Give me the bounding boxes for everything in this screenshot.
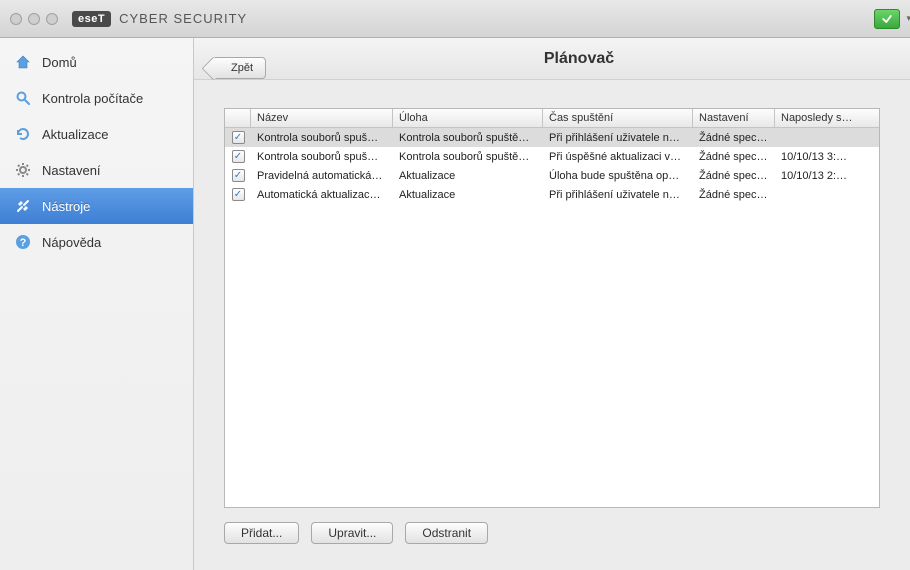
sidebar-item-settings[interactable]: Nastavení: [0, 152, 193, 188]
add-button[interactable]: Přidat...: [224, 522, 299, 544]
table-row[interactable]: ✓ Automatická aktualizac… Aktualizace Př…: [225, 185, 879, 204]
cell-name: Kontrola souborů spuš…: [251, 130, 393, 146]
sidebar-item-help[interactable]: ? Nápověda: [0, 224, 193, 260]
gear-icon: [14, 161, 32, 179]
page-title: Plánovač: [248, 50, 910, 68]
cell-time: Při přihlášení uživatele n…: [543, 130, 693, 146]
remove-button[interactable]: Odstranit: [405, 522, 488, 544]
cell-last: 10/10/13 2:…: [775, 168, 879, 184]
close-icon[interactable]: [10, 13, 22, 25]
cell-last: [775, 136, 879, 140]
main-panel: Zpět Plánovač Název Úloha Čas spuštění N…: [194, 38, 910, 570]
sidebar-item-label: Nápověda: [42, 235, 101, 250]
cell-name: Pravidelná automatická…: [251, 168, 393, 184]
cell-name: Automatická aktualizac…: [251, 187, 393, 203]
table-row[interactable]: ✓ Kontrola souborů spuš… Kontrola soubor…: [225, 128, 879, 147]
column-header-name[interactable]: Název: [251, 109, 393, 127]
cell-last: 10/10/13 3:…: [775, 149, 879, 165]
scheduler-table: Název Úloha Čas spuštění Nastavení Napos…: [224, 108, 880, 508]
sidebar-item-label: Nastavení: [42, 163, 101, 178]
sidebar-item-tools[interactable]: Nástroje: [0, 188, 193, 224]
cell-task: Aktualizace: [393, 168, 543, 184]
sidebar: Domů Kontrola počítače Aktualizace Nasta…: [0, 38, 194, 570]
cell-time: Úloha bude spuštěna op…: [543, 168, 693, 184]
cell-settings: Žádné speci…: [693, 187, 775, 203]
cell-settings: Žádné speci…: [693, 168, 775, 184]
column-header-settings[interactable]: Nastavení: [693, 109, 775, 127]
sidebar-item-label: Nástroje: [42, 199, 90, 214]
cell-task: Kontrola souborů spuště…: [393, 149, 543, 165]
brand-title: CYBER SECURITY: [119, 11, 247, 26]
cell-time: Při úspěšné aktualizaci v…: [543, 149, 693, 165]
zoom-icon[interactable]: [46, 13, 58, 25]
help-icon: ?: [14, 233, 32, 251]
traffic-lights: [10, 13, 58, 25]
row-checkbox[interactable]: ✓: [232, 169, 245, 182]
button-row: Přidat... Upravit... Odstranit: [224, 522, 880, 544]
column-header-last[interactable]: Naposledy s…: [775, 109, 879, 127]
table-header: Název Úloha Čas spuštění Nastavení Napos…: [225, 109, 879, 128]
minimize-icon[interactable]: [28, 13, 40, 25]
home-icon: [14, 53, 32, 71]
row-checkbox[interactable]: ✓: [232, 131, 245, 144]
sidebar-item-label: Domů: [42, 55, 77, 70]
back-button-label: Zpět: [231, 62, 253, 74]
main-header: Zpět Plánovač: [194, 38, 910, 80]
sidebar-item-scan[interactable]: Kontrola počítače: [0, 80, 193, 116]
brand-badge: eseT: [72, 11, 111, 27]
row-checkbox[interactable]: ✓: [232, 150, 245, 163]
svg-text:?: ?: [20, 237, 27, 249]
sidebar-item-home[interactable]: Domů: [0, 44, 193, 80]
column-header-time[interactable]: Čas spuštění: [543, 109, 693, 127]
titlebar: eseT CYBER SECURITY: [0, 0, 910, 38]
cell-task: Kontrola souborů spuště…: [393, 130, 543, 146]
cell-time: Při přihlášení uživatele n…: [543, 187, 693, 203]
sidebar-item-label: Kontrola počítače: [42, 91, 143, 106]
magnifier-icon: [14, 89, 32, 107]
column-header-task[interactable]: Úloha: [393, 109, 543, 127]
protection-status-button[interactable]: [874, 9, 900, 29]
table-row[interactable]: ✓ Kontrola souborů spuš… Kontrola soubor…: [225, 147, 879, 166]
sidebar-item-label: Aktualizace: [42, 127, 108, 142]
tools-icon: [14, 197, 32, 215]
back-button[interactable]: Zpět: [212, 57, 266, 79]
refresh-icon: [14, 125, 32, 143]
table-row[interactable]: ✓ Pravidelná automatická… Aktualizace Úl…: [225, 166, 879, 185]
row-checkbox[interactable]: ✓: [232, 188, 245, 201]
cell-settings: Žádné speci…: [693, 130, 775, 146]
cell-name: Kontrola souborů spuš…: [251, 149, 393, 165]
column-header-checkbox[interactable]: [225, 109, 251, 127]
edit-button[interactable]: Upravit...: [311, 522, 393, 544]
cell-last: [775, 193, 879, 197]
cell-settings: Žádné speci…: [693, 149, 775, 165]
sidebar-item-update[interactable]: Aktualizace: [0, 116, 193, 152]
cell-task: Aktualizace: [393, 187, 543, 203]
